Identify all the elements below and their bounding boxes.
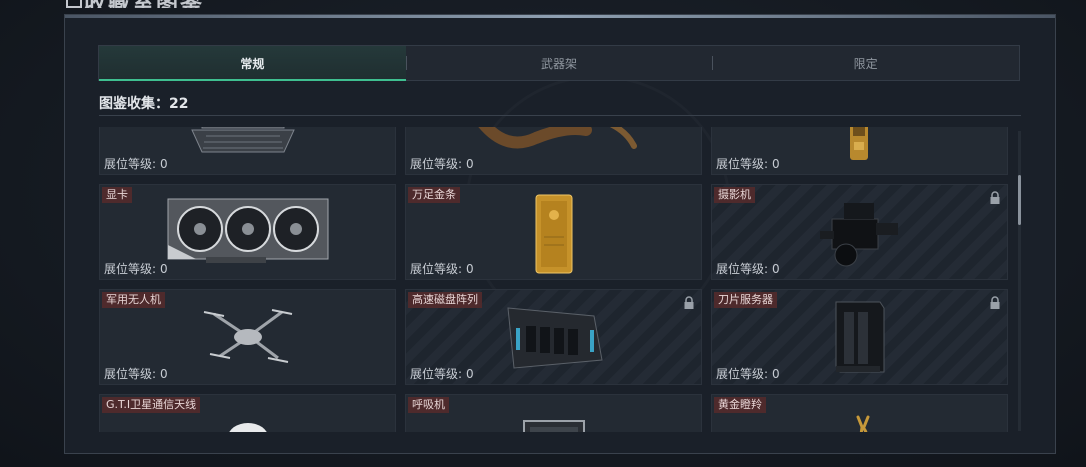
collection-panel: 常规 武器架 限定 图鉴收集：22 展位等级: 0 展位等级: 0 展位等级: … [64,14,1056,454]
graphics-card-icon [167,198,329,263]
item-card-blade-server[interactable]: 刀片服务器 展位等级: 0 [711,289,1008,385]
lock-icon [990,191,1000,204]
item-name: 呼吸机 [408,397,449,413]
divider [99,115,1021,116]
item-card-laptop[interactable]: 展位等级: 0 [99,127,396,175]
item-card-military-drone[interactable]: 军用无人机 展位等级: 0 [99,289,396,385]
booth-level: 展位等级: 0 [410,157,474,171]
tab-weapon-rack[interactable]: 武器架 [405,46,713,80]
drone-icon [203,309,293,363]
booth-level: 展位等级: 0 [716,157,780,171]
tab-label: 常规 [240,56,265,71]
item-name: G.T.I卫星通信天线 [102,397,201,413]
tab-label: 武器架 [541,56,578,71]
category-tabs: 常规 武器架 限定 [98,45,1020,81]
item-card-gold-bar[interactable]: 万足金条 展位等级: 0 [405,184,702,280]
ventilator-icon [523,420,585,432]
item-name: 黄金瞪羚 [714,397,766,413]
item-name: 刀片服务器 [714,292,777,308]
item-card-gold-bottle[interactable]: 展位等级: 0 [711,127,1008,175]
booth-level: 展位等级: 0 [716,367,780,381]
item-card-ventilator[interactable]: 呼吸机 [405,394,702,432]
tab-limited[interactable]: 限定 [712,46,1019,80]
booth-level: 展位等级: 0 [104,262,168,276]
camera-icon [820,203,898,267]
item-name: 高速磁盘阵列 [408,292,482,308]
antenna-icon [229,423,267,432]
item-grid: 展位等级: 0 展位等级: 0 展位等级: 0 显卡 展位等级: 0 万足金条 … [99,127,1011,432]
tab-regular[interactable]: 常规 [99,46,406,81]
booth-level: 展位等级: 0 [104,367,168,381]
disk-array-icon [507,307,603,369]
blade-server-icon [835,301,885,373]
lock-icon [990,296,1000,309]
collection-count: 图鉴收集：22 [99,96,189,112]
item-name: 摄影机 [714,187,755,203]
item-card-satellite-antenna[interactable]: G.T.I卫星通信天线 [99,394,396,432]
page-title: 收藏室图鉴 [60,0,300,8]
item-name: 军用无人机 [102,292,165,308]
title-icon [66,0,82,8]
booth-level: 展位等级: 0 [410,367,474,381]
gold-gazelle-icon [856,415,870,432]
gold-bottle-icon [850,127,868,160]
page-title-text: 收藏室图鉴 [84,0,204,8]
item-card-horn[interactable]: 展位等级: 0 [405,127,702,175]
item-name: 万足金条 [408,187,460,203]
lock-icon [684,296,694,309]
item-name: 显卡 [102,187,132,203]
item-card-disk-array[interactable]: 高速磁盘阵列 展位等级: 0 [405,289,702,385]
horn-icon [478,127,637,149]
laptop-icon [191,127,295,153]
tab-label: 限定 [853,56,878,71]
booth-level: 展位等级: 0 [410,262,474,276]
scrollbar-thumb[interactable] [1018,175,1021,225]
booth-level: 展位等级: 0 [716,262,780,276]
item-grid-viewport[interactable]: 展位等级: 0 展位等级: 0 展位等级: 0 显卡 展位等级: 0 万足金条 … [99,127,1011,432]
item-card-gold-gazelle[interactable]: 黄金瞪羚 [711,394,1008,432]
gold-bar-icon [535,194,573,274]
item-card-camera[interactable]: 摄影机 展位等级: 0 [711,184,1008,280]
item-card-graphics-card[interactable]: 显卡 展位等级: 0 [99,184,396,280]
booth-level: 展位等级: 0 [104,157,168,171]
